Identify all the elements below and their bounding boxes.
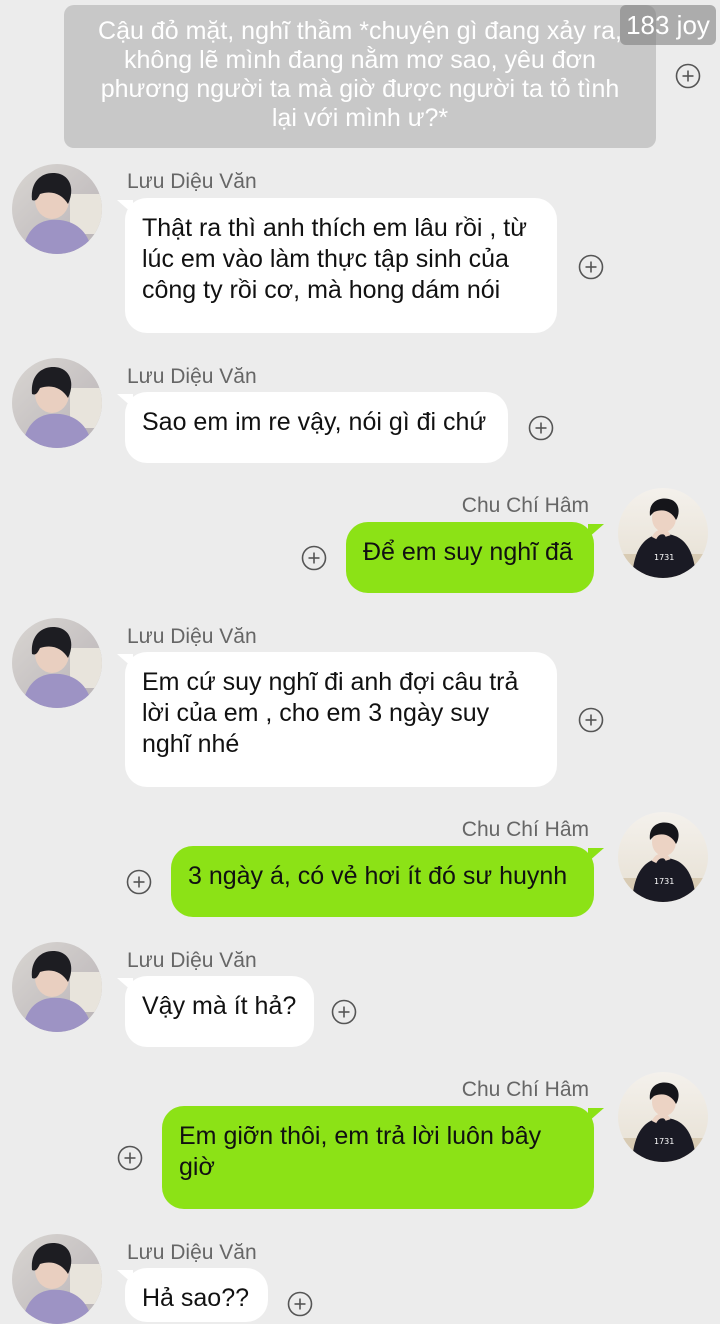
message-bubble-received[interactable]: Sao em im re vậy, nói gì đi chứ [125,392,508,463]
avatar-luu-dieu-van[interactable] [12,1234,102,1324]
sender-name: Lưu Diệu Văn [127,1241,257,1264]
plus-circle-icon[interactable] [528,415,554,441]
message-bubble-sent[interactable]: 3 ngày á, có vẻ hơi ít đó sư huynh [171,846,594,917]
avatar-chu-chi-ham[interactable] [618,488,708,578]
narration-box: Cậu đỏ mặt, nghĩ thầm *chuyện gì đang xả… [64,5,656,148]
sender-name: Lưu Diệu Văn [127,625,257,648]
sender-name: Lưu Diệu Văn [127,365,257,388]
plus-circle-icon[interactable] [578,707,604,733]
watermark: 183 joy [620,5,716,45]
plus-circle-icon[interactable] [126,869,152,895]
avatar-luu-dieu-van[interactable] [12,618,102,708]
plus-circle-icon[interactable] [287,1291,313,1317]
plus-circle-icon[interactable] [117,1145,143,1171]
avatar-luu-dieu-van[interactable] [12,164,102,254]
plus-circle-icon[interactable] [578,254,604,280]
sender-name: Lưu Diệu Văn [127,949,257,972]
plus-circle-icon[interactable] [331,999,357,1025]
message-bubble-received[interactable]: Hả sao?? [125,1268,268,1322]
avatar-luu-dieu-van[interactable] [12,942,102,1032]
message-bubble-received[interactable]: Vậy mà ít hả? [125,976,314,1047]
plus-circle-icon[interactable] [675,63,701,89]
avatar-chu-chi-ham[interactable] [618,1072,708,1162]
avatar-luu-dieu-van[interactable] [12,358,102,448]
message-bubble-sent[interactable]: Em giỡn thôi, em trả lời luôn bây giờ [162,1106,594,1209]
avatar-chu-chi-ham[interactable] [618,812,708,902]
sender-name: Chu Chí Hâm [461,1078,589,1101]
message-bubble-sent[interactable]: Để em suy nghĩ đã [346,522,594,593]
sender-name: Lưu Diệu Văn [127,170,257,193]
message-bubble-received[interactable]: Em cứ suy nghĩ đi anh đợi câu trả lời củ… [125,652,557,787]
sender-name: Chu Chí Hâm [461,818,589,841]
message-bubble-received[interactable]: Thật ra thì anh thích em lâu rồi , từ lú… [125,198,557,333]
plus-circle-icon[interactable] [301,545,327,571]
sender-name: Chu Chí Hâm [461,494,589,517]
